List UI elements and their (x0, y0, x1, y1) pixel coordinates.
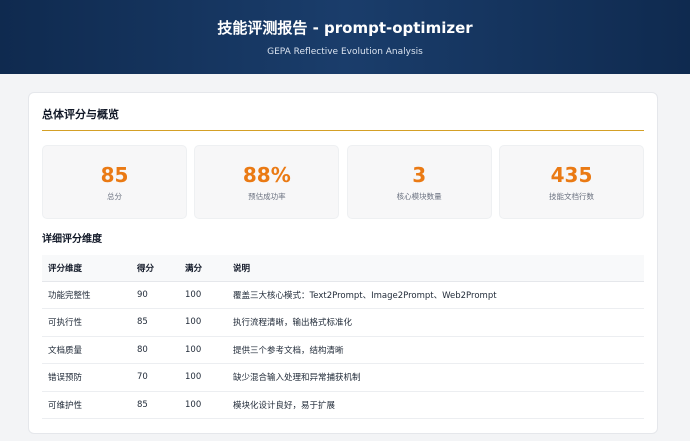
table-cell: 90 (131, 281, 179, 309)
stat-core-modules: 3 核心模块数量 (346, 145, 492, 219)
table-cell: 缺少混合输入处理和异常捕获机制 (227, 363, 644, 392)
table-row: 错误预防 70 100 缺少混合输入处理和异常捕获机制 (42, 363, 644, 392)
table-cell: 覆盖三大核心模式：Text2Prompt、Image2Prompt、Web2Pr… (227, 281, 644, 309)
table-cell: 文档质量 (42, 336, 131, 364)
table-cell: 错误预防 (42, 363, 131, 392)
overview-card: 总体评分与概览 85 总分 88% 预估成功率 3 核心模块数量 435 技能文… (28, 92, 658, 434)
stat-label: 技能文档行数 (548, 191, 594, 201)
page-subtitle: GEPA Reflective Evolution Analysis (267, 47, 423, 57)
score-table: 评分维度 得分 满分 说明 功能完整性 90 100 覆盖三大核心模式：Text… (42, 255, 644, 419)
table-cell: 85 (131, 308, 179, 337)
table-cell: 提供三个参考文档，结构清晰 (227, 336, 644, 364)
table-cell: 100 (179, 336, 227, 364)
table-cell: 100 (179, 391, 227, 419)
stat-value: 435 (550, 162, 593, 187)
table-header-row: 评分维度 得分 满分 说明 (42, 255, 644, 282)
stat-label: 总分 (107, 191, 122, 201)
report-header: 技能评测报告 - prompt-optimizer GEPA Reflectiv… (0, 0, 690, 74)
table-row: 文档质量 80 100 提供三个参考文档，结构清晰 (42, 336, 644, 364)
table-cell: 可维护性 (42, 391, 131, 419)
stat-total-score: 85 总分 (42, 145, 187, 219)
table-cell: 100 (179, 281, 227, 309)
table-row: 可维护性 85 100 模块化设计良好，易于扩展 (42, 391, 644, 419)
table-cell: 功能完整性 (42, 281, 131, 309)
section-title-overview: 总体评分与概览 (42, 93, 644, 131)
stat-label: 核心模块数量 (396, 191, 442, 201)
column-header: 说明 (227, 255, 644, 282)
column-header: 评分维度 (42, 255, 131, 282)
page-title: 技能评测报告 - prompt-optimizer (217, 19, 473, 37)
table-cell: 模块化设计良好，易于扩展 (227, 391, 644, 419)
stat-doc-lines: 435 技能文档行数 (498, 145, 644, 219)
table-cell: 可执行性 (42, 308, 131, 337)
table-row: 功能完整性 90 100 覆盖三大核心模式：Text2Prompt、Image2… (42, 281, 644, 309)
table-cell: 70 (131, 363, 179, 392)
stats-row: 85 总分 88% 预估成功率 3 核心模块数量 435 技能文档行数 (42, 145, 644, 219)
table-cell: 85 (131, 391, 179, 419)
stat-label: 预估成功率 (248, 191, 286, 201)
stat-value: 3 (412, 162, 427, 187)
table-cell: 100 (179, 363, 227, 392)
column-header: 满分 (179, 255, 227, 282)
table-cell: 100 (179, 308, 227, 337)
stat-success-rate: 88% 预估成功率 (194, 145, 340, 219)
column-header: 得分 (131, 255, 179, 282)
stat-value: 88% (242, 162, 291, 187)
table-row: 可执行性 85 100 执行流程清晰，输出格式标准化 (42, 308, 644, 337)
table-cell: 80 (131, 336, 179, 364)
section-title-details: 详细评分维度 (42, 234, 102, 245)
stat-value: 85 (100, 162, 129, 187)
table-cell: 执行流程清晰，输出格式标准化 (227, 308, 644, 337)
